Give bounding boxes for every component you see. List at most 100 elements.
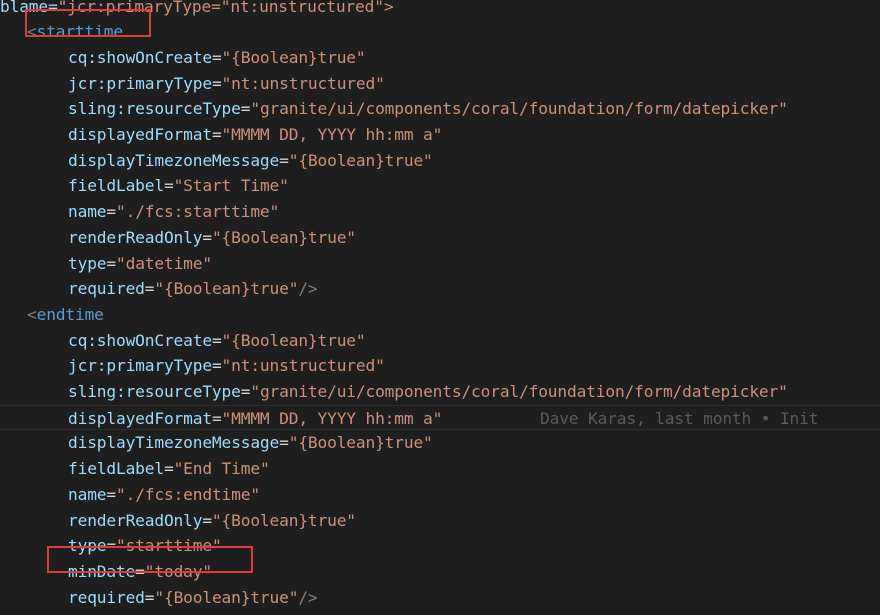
code-editor[interactable]: blame="jcr:primaryType="nt:unstructured"… [0, 0, 880, 615]
token-str: "starttime" [116, 536, 222, 556]
code-line-current[interactable]: displayedFormat="MMMM DD, YYYY hh:mm a" D… [0, 404, 880, 432]
token-attr: required [68, 587, 145, 607]
token-attr: cq:showOnCreate [68, 330, 212, 350]
token-eq: = [106, 202, 116, 222]
token-eq: = [106, 253, 116, 273]
token-eq: = [279, 433, 289, 453]
token-eq: = [106, 484, 116, 504]
code-text: required="{Boolean}true"/> [68, 276, 318, 302]
git-blame-annotation: Dave Karas, last month • Init [540, 408, 819, 428]
code-text: displayTimezoneMessage="{Boolean}true" [68, 148, 433, 174]
code-text: renderReadOnly="{Boolean}true" [68, 225, 356, 251]
token-eq: = [163, 176, 174, 196]
token-attr: sling:resourceType [68, 99, 241, 119]
token-punct: < [27, 22, 37, 42]
token-str: "granite/ui/components/coral/foundation/… [250, 382, 788, 401]
token-attr: fieldLabel [68, 176, 164, 196]
code-text: name="./fcs:starttime" [68, 199, 279, 225]
token-attr: sling:resourceType [68, 382, 241, 401]
token-eq: = [211, 73, 222, 93]
code-text: minDate="today" [68, 559, 212, 585]
token-attr: displayTimezoneMessage [68, 433, 280, 453]
token-eq: = [211, 356, 222, 376]
token-eq: = [163, 459, 174, 479]
token-str: jcr:primaryType="nt:unstructured"> [67, 0, 394, 16]
token-str: "datetime" [116, 253, 212, 273]
token-attr: blame= [0, 0, 58, 16]
token-str: "{Boolean}true" [221, 47, 366, 67]
token-attr: jcr:primaryType [68, 356, 212, 376]
token-attr: name [68, 484, 107, 504]
code-text: renderReadOnly="{Boolean}true" [68, 508, 356, 534]
token-str: "{Boolean}true" [288, 150, 433, 170]
token-str: "MMMM DD, YYYY hh:mm a" [221, 125, 443, 144]
token-attr: required [68, 279, 145, 299]
token-eq: = [240, 99, 251, 119]
token-punct: /> [298, 587, 318, 607]
token-str: "MMMM DD, YYYY hh:mm a" [221, 408, 443, 428]
token-attr: displayedFormat [68, 125, 212, 144]
token-str: "{Boolean}true" [154, 279, 299, 299]
code-text: type="starttime" [68, 533, 222, 559]
token-str: "Start Time" [173, 176, 289, 196]
token-eq: = [211, 47, 222, 67]
token-str: "{Boolean}true" [211, 510, 356, 530]
code-text: sling:resourceType="granite/ui/component… [68, 96, 788, 122]
code-text: blame="jcr:primaryType="nt:unstructured"… [0, 0, 394, 19]
code-text: fieldLabel="Start Time" [68, 173, 289, 199]
token-attr: type [68, 253, 107, 273]
token-attr: type [68, 536, 107, 556]
code-text: jcr:primaryType="nt:unstructured" [68, 353, 385, 379]
token-str: "{Boolean}true" [288, 433, 433, 453]
token-str: "nt:unstructured" [221, 73, 385, 93]
code-text: cq:showOnCreate="{Boolean}true" [68, 328, 366, 354]
token-str: "{Boolean}true" [221, 330, 366, 350]
token-attr: minDate [68, 561, 136, 581]
code-text: <endtime [27, 302, 104, 328]
token-attr: renderReadOnly [68, 510, 203, 530]
token-eq: = [144, 279, 155, 299]
code-text: jcr:primaryType="nt:unstructured" [68, 71, 385, 97]
token-str: "today" [144, 561, 212, 581]
token-eq: = [202, 227, 212, 247]
token-eq: = [211, 408, 222, 428]
token-eq: = [211, 125, 222, 144]
token-punct: /> [298, 279, 318, 299]
code-text: required="{Boolean}true"/> [68, 585, 318, 611]
token-attr: name [68, 202, 107, 222]
code-text: cq:showOnCreate="{Boolean}true" [68, 45, 366, 71]
token-tag: endtime [36, 304, 104, 324]
token-str: "End Time" [173, 459, 270, 479]
token-eq: = [279, 150, 289, 170]
token-punct: < [27, 304, 37, 324]
token-attr: fieldLabel [68, 459, 164, 479]
token-str: "{Boolean}true" [211, 227, 356, 247]
code-text: displayTimezoneMessage="{Boolean}true" [68, 430, 433, 456]
code-text: sling:resourceType="granite/ui/component… [68, 379, 788, 405]
token-str: "{Boolean}true" [154, 587, 299, 607]
token-str: " [57, 0, 68, 16]
token-eq: = [144, 587, 155, 607]
token-eq: = [240, 382, 251, 401]
token-tag: starttime [36, 22, 124, 42]
token-attr: jcr:primaryType [68, 73, 212, 93]
code-text: displayedFormat="MMMM DD, YYYY hh:mm a" [68, 122, 442, 148]
token-attr: displayTimezoneMessage [68, 150, 280, 170]
token-eq: = [135, 561, 145, 581]
code-text: type="datetime" [68, 251, 212, 277]
token-eq: = [202, 510, 212, 530]
code-text: name="./fcs:endtime" [68, 482, 260, 508]
code-text: fieldLabel="End Time" [68, 456, 270, 482]
token-attr: cq:showOnCreate [68, 47, 212, 67]
code-text: displayedFormat="MMMM DD, YYYY hh:mm a" [68, 406, 442, 432]
token-attr: renderReadOnly [68, 227, 203, 247]
token-eq: = [106, 536, 116, 556]
token-str: "granite/ui/components/coral/foundation/… [250, 99, 788, 119]
code-text: <programtime [27, 610, 142, 615]
token-eq: = [211, 330, 222, 350]
code-text: <starttime [27, 19, 123, 45]
token-str: "./fcs:endtime" [116, 484, 260, 504]
token-attr: displayedFormat [68, 408, 212, 428]
token-str: "nt:unstructured" [221, 356, 385, 376]
token-str: "./fcs:starttime" [116, 202, 280, 222]
